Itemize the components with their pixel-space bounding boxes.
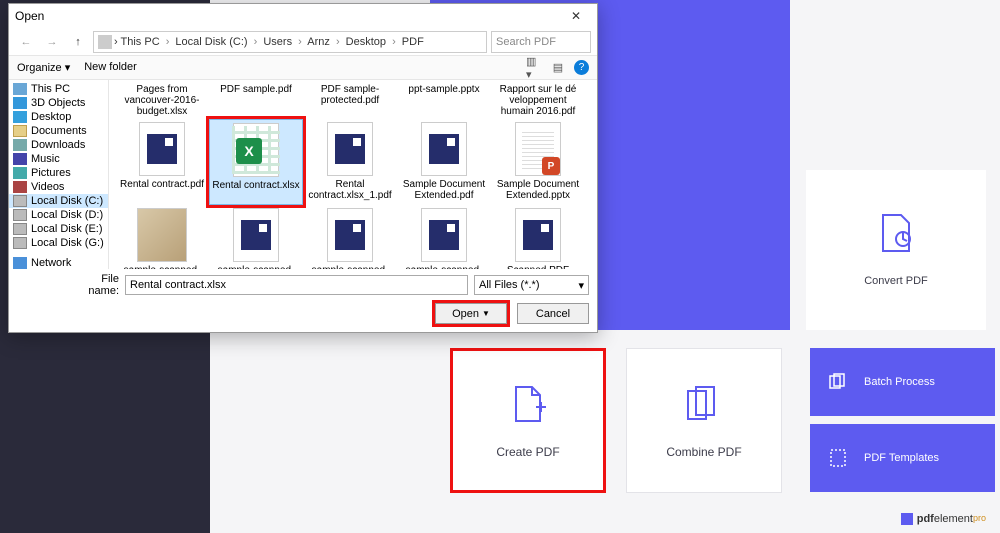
pdf-templates-tile[interactable]: PDF Templates [810,424,995,492]
tree-item[interactable]: This PC [9,82,108,96]
file-thumbnail: X [228,122,284,178]
search-placeholder: Search PDF [496,36,556,48]
search-input[interactable]: Search PDF [491,31,591,53]
tree-item[interactable]: 3D Objects [9,96,108,110]
tile-label: Combine PDF [666,445,741,459]
cancel-button[interactable]: Cancel [517,303,589,324]
file-item[interactable]: Sample Document Extended.pdf [397,119,491,205]
folder-icon [13,139,27,151]
tree-item[interactable]: Local Disk (E:) [9,222,108,236]
open-file-dialog: Open ✕ ← → ↑ › This PC › Local Disk (C:)… [8,3,598,333]
filename-label: File name: [69,273,119,297]
file-item[interactable]: PDF sample-protected.pdf [303,82,397,119]
folder-icon [13,257,27,269]
view-details-button[interactable]: ▤ [550,60,566,76]
tree-item[interactable]: Local Disk (C:) [9,194,108,208]
file-item[interactable]: Pages from vancouver-2016-budget.xlsx [115,82,209,119]
file-item[interactable]: PDF sample.pdf [209,82,303,119]
file-list[interactable]: Pages from vancouver-2016-budget.xlsxPDF… [109,80,597,269]
folder-icon [13,223,27,235]
back-button[interactable]: ← [15,31,37,53]
file-thumbnail [322,121,378,177]
mini-label: PDF Templates [864,452,939,464]
file-item[interactable]: Rental contract.pdf [115,119,209,205]
file-thumbnail [134,121,190,177]
view-icons-button[interactable]: ▥ ▾ [526,60,542,76]
file-item[interactable]: PSample Document Extended.pptx [491,119,585,205]
forward-button[interactable]: → [41,31,63,53]
folder-icon [13,181,27,193]
combine-pdf-icon [684,383,724,425]
folder-icon [13,153,27,165]
filename-input[interactable] [125,275,468,295]
templates-icon [828,448,848,468]
tree-item[interactable]: Music [9,152,108,166]
folder-icon [13,237,27,249]
batch-icon [828,372,848,392]
convert-label: Convert PDF [864,275,928,287]
batch-process-tile[interactable]: Batch Process [810,348,995,416]
file-thumbnail [322,207,378,263]
file-thumbnail [228,207,284,263]
create-pdf-icon [510,383,546,425]
file-item[interactable]: Rapport sur le dé veloppement humain 201… [491,82,585,119]
create-pdf-tile[interactable]: Create PDF [450,348,606,493]
convert-icon [879,213,913,253]
file-item[interactable]: sample-scanned-picture_3_OCR.pdf [397,205,491,269]
file-type-filter[interactable]: All Files (*.*)▾ [474,275,589,295]
pc-icon [98,35,112,49]
folder-icon [13,209,27,221]
file-thumbnail [134,207,190,263]
tiles-row: Create PDF Combine PDF [450,348,782,493]
file-item[interactable]: sample-scanned-picture.png [115,205,209,269]
file-thumbnail: P [510,121,566,177]
tree-item[interactable]: Pictures [9,166,108,180]
breadcrumb-bar[interactable]: › This PC › Local Disk (C:) › Users › Ar… [93,31,487,53]
close-button[interactable]: ✕ [561,9,591,23]
file-item[interactable]: sample-scanned-picture_2.pdf [209,205,303,269]
pdfelement-logo: pdfelementpro [901,513,986,525]
tree-item[interactable]: Local Disk (G:) [9,236,108,250]
folder-icon [13,125,27,137]
file-thumbnail [416,121,472,177]
mini-label: Batch Process [864,376,935,388]
file-item[interactable]: Rental contract.xlsx_1.pdf [303,119,397,205]
dialog-title: Open [15,9,44,23]
file-thumbnail [510,207,566,263]
tile-label: Create PDF [496,445,559,459]
file-item[interactable]: XRental contract.xlsx [209,119,303,205]
tree-item[interactable]: Local Disk (D:) [9,208,108,222]
file-item[interactable]: Scanned PDF sample.pdf [491,205,585,269]
convert-pdf-tile[interactable]: Convert PDF [806,170,986,330]
file-item[interactable]: ppt-sample.pptx [397,82,491,119]
tree-item[interactable]: Downloads [9,138,108,152]
logo-square-icon [901,513,913,525]
folder-icon [13,195,27,207]
help-button[interactable]: ? [574,60,589,75]
folder-icon [13,83,27,95]
folder-icon [13,97,27,109]
up-button[interactable]: ↑ [67,31,89,53]
open-button[interactable]: Open▼ [435,303,507,324]
tree-item[interactable]: Videos [9,180,108,194]
new-folder-button[interactable]: New folder [84,61,137,74]
tree-item[interactable]: Network [9,256,108,269]
dialog-titlebar: Open ✕ [9,4,597,28]
folder-icon [13,167,27,179]
file-item[interactable]: sample-scanned-picture_3.pdf [303,205,397,269]
tree-item[interactable]: Documents [9,124,108,138]
navigation-tree[interactable]: This PC3D ObjectsDesktopDocumentsDownloa… [9,80,109,269]
tree-item[interactable]: Desktop [9,110,108,124]
file-thumbnail [416,207,472,263]
folder-icon [13,111,27,123]
combine-pdf-tile[interactable]: Combine PDF [626,348,782,493]
organize-menu[interactable]: Organize ▾ [17,61,70,74]
